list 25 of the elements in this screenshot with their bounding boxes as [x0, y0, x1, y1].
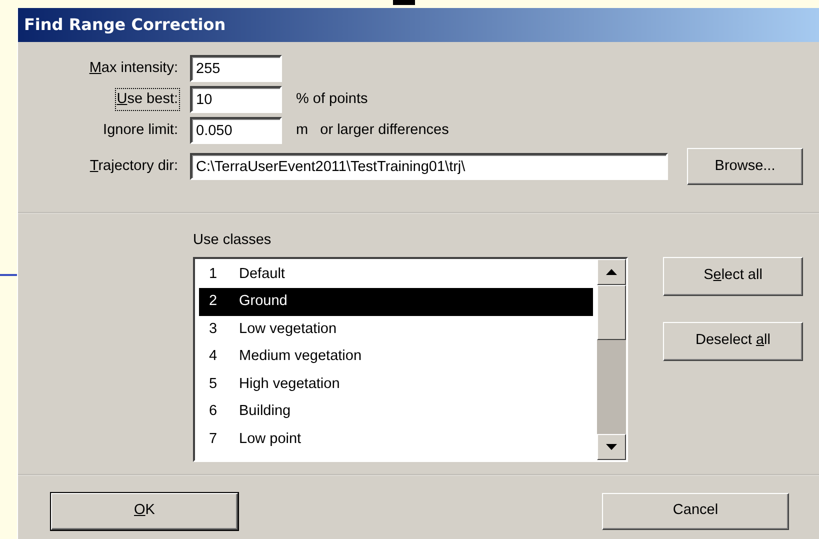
- input-field[interactable]: 255: [190, 55, 282, 82]
- field-label: Max intensity:: [88, 58, 179, 78]
- list-heading: Use classes: [193, 231, 272, 250]
- cancel-button[interactable]: Cancel: [602, 492, 789, 530]
- up-arrow-icon: [606, 268, 617, 275]
- window-title: Find Range Correction: [24, 14, 226, 36]
- unit-label: % of points: [296, 90, 368, 109]
- browse-button[interactable]: Browse...: [687, 148, 803, 185]
- scroll-down-button[interactable]: [597, 434, 626, 460]
- class-list[interactable]: 1 Default 2 Ground 3 Low vegetation 4 Medium vegetation 5 High vegetation 6 Building 7 Low point: [193, 256, 628, 462]
- down-arrow-icon: [606, 444, 617, 450]
- scroll-thumb[interactable]: [597, 284, 626, 340]
- deselect-all-button[interactable]: Deselect all: [663, 322, 803, 361]
- field-label: Ignore limit:: [102, 120, 179, 140]
- input-field[interactable]: C:\TerraUserEvent2011\TestTraining01\trj\: [190, 153, 668, 180]
- input-field[interactable]: 10: [190, 86, 282, 113]
- unit-label: m or larger differences: [296, 120, 449, 140]
- field-label: Trajectory dir:: [88, 156, 179, 176]
- select-all-button[interactable]: Select all: [663, 256, 803, 296]
- scroll-up-button[interactable]: [597, 258, 626, 285]
- ok-button[interactable]: OK: [51, 492, 238, 530]
- list-item[interactable]: 2 Ground: [199, 288, 593, 316]
- input-field[interactable]: 0.050: [190, 117, 282, 144]
- edge-shape: [393, 0, 415, 5]
- field-label: Use best:: [114, 88, 180, 112]
